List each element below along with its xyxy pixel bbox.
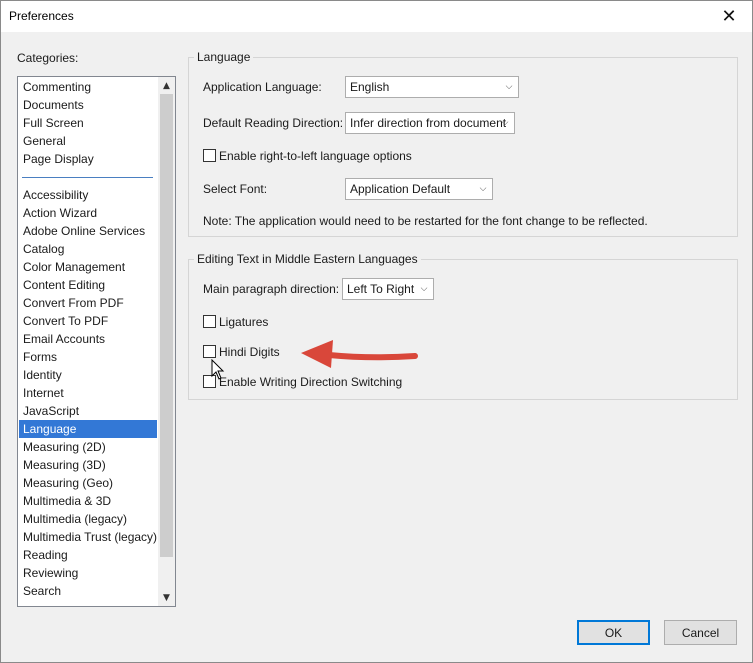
category-item[interactable]: Email Accounts <box>19 330 157 348</box>
direction-switching-label[interactable]: Enable Writing Direction Switching <box>219 375 402 389</box>
scroll-thumb[interactable] <box>160 94 173 557</box>
category-item[interactable]: JavaScript <box>19 402 157 420</box>
categories-list[interactable]: ▲ ▼ Commenting Documents Full Screen Genera… <box>17 76 176 607</box>
category-item[interactable]: Convert From PDF <box>19 294 157 312</box>
scroll-up-arrow-icon[interactable]: ▲ <box>158 77 175 94</box>
category-item[interactable]: Adobe Online Services <box>19 222 157 240</box>
category-item[interactable]: Content Editing <box>19 276 157 294</box>
middle-eastern-group-title: Editing Text in Middle Eastern Languages <box>194 252 421 266</box>
red-arrow-annotation-icon <box>301 340 418 368</box>
application-language-select[interactable]: English ⌵ <box>345 76 519 98</box>
application-language-label: Application Language: <box>203 80 322 94</box>
preferences-dialog: Preferences ✕ Categories: ▲ ▼ Commenting… <box>0 0 753 663</box>
category-item[interactable]: Convert To PDF <box>19 312 157 330</box>
category-item[interactable]: Multimedia (legacy) <box>19 510 157 528</box>
category-item[interactable]: Action Wizard <box>19 204 157 222</box>
application-language-value: English <box>350 80 390 94</box>
category-item[interactable]: Accessibility <box>19 186 157 204</box>
category-item[interactable]: Search <box>19 582 157 600</box>
category-item[interactable]: Reading <box>19 546 157 564</box>
category-item[interactable]: Multimedia & 3D <box>19 492 157 510</box>
window-title: Preferences <box>9 9 74 23</box>
ligatures-checkbox[interactable] <box>203 315 216 328</box>
category-item[interactable]: Measuring (Geo) <box>19 474 157 492</box>
scroll-down-arrow-icon[interactable]: ▼ <box>158 589 175 606</box>
chevron-down-icon: ⌵ <box>420 284 428 294</box>
chevron-down-icon: ⌵ <box>501 118 509 128</box>
reading-direction-select[interactable]: Infer direction from document ⌵ <box>345 112 515 134</box>
hindi-digits-checkbox[interactable] <box>203 345 216 358</box>
categories-label: Categories: <box>17 51 79 65</box>
categories-scrollbar[interactable]: ▲ ▼ <box>158 77 175 606</box>
mouse-pointer-icon <box>211 359 225 380</box>
category-item[interactable]: Commenting <box>19 78 157 96</box>
category-item[interactable]: Internet <box>19 384 157 402</box>
reading-direction-label: Default Reading Direction: <box>203 116 344 130</box>
category-item[interactable]: Language <box>19 420 157 438</box>
paragraph-direction-select[interactable]: Left To Right ⌵ <box>342 278 434 300</box>
paragraph-direction-label: Main paragraph direction: <box>203 282 340 296</box>
category-item[interactable]: Multimedia Trust (legacy) <box>19 528 157 546</box>
category-item[interactable]: Forms <box>19 348 157 366</box>
title-bar: Preferences ✕ <box>1 1 752 32</box>
reading-direction-value: Infer direction from document <box>350 116 507 130</box>
category-item[interactable]: Identity <box>19 366 157 384</box>
category-item[interactable]: Catalog <box>19 240 157 258</box>
select-font-label: Select Font: <box>203 182 268 196</box>
select-font-select[interactable]: Application Default ⌵ <box>345 178 493 200</box>
chevron-down-icon: ⌵ <box>479 184 487 194</box>
restart-note: Note: The application would need to be r… <box>203 214 648 228</box>
cancel-button[interactable]: Cancel <box>664 620 737 645</box>
categories-separator <box>22 177 153 178</box>
category-item[interactable]: Page Display <box>19 150 157 168</box>
select-font-value: Application Default <box>350 182 451 196</box>
category-item[interactable]: General <box>19 132 157 150</box>
rtl-options-checkbox[interactable] <box>203 149 216 162</box>
ok-button[interactable]: OK <box>577 620 650 645</box>
ligatures-label[interactable]: Ligatures <box>219 315 268 329</box>
hindi-digits-label[interactable]: Hindi Digits <box>219 345 280 359</box>
category-item[interactable]: Measuring (3D) <box>19 456 157 474</box>
category-item[interactable]: Color Management <box>19 258 157 276</box>
chevron-down-icon: ⌵ <box>505 82 513 92</box>
close-button[interactable]: ✕ <box>706 1 752 32</box>
rtl-options-label[interactable]: Enable right-to-left language options <box>219 149 412 163</box>
category-item[interactable]: Documents <box>19 96 157 114</box>
category-item[interactable]: Full Screen <box>19 114 157 132</box>
category-item[interactable]: Reviewing <box>19 564 157 582</box>
category-item[interactable]: Measuring (2D) <box>19 438 157 456</box>
language-group-title: Language <box>194 50 254 64</box>
paragraph-direction-value: Left To Right <box>347 282 415 296</box>
